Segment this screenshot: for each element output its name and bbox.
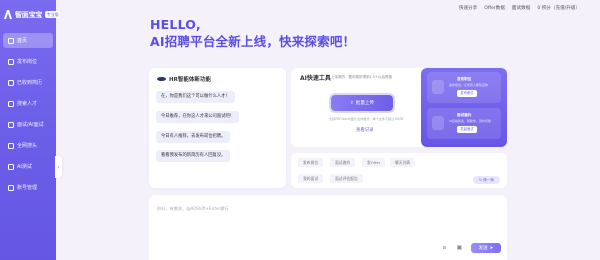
- sidebar-item-label: 搜索人才: [17, 101, 38, 107]
- sidebar-item-global-search[interactable]: 全网搜头: [3, 138, 53, 153]
- resume-icon: [8, 79, 14, 86]
- eye-logo-icon: [157, 76, 166, 82]
- send-arrow-icon: ➤: [489, 245, 494, 251]
- topbar-link-points[interactable]: 0 积分（充值/升级）: [537, 5, 580, 11]
- quick-tag[interactable]: 发布岗位: [298, 158, 324, 167]
- upload-hint: 支持PDF/word/图片文件格式，单个文件不超过10MB: [329, 117, 403, 121]
- upload-icon: ⇪: [349, 100, 354, 106]
- quick-tag[interactable]: 面试邀约: [330, 158, 356, 167]
- brand-name: 智面宝宝: [15, 10, 43, 19]
- interview-icon: [8, 121, 14, 128]
- ai-test-icon: [8, 163, 14, 170]
- sidebar-item-account[interactable]: 账号管理: [3, 180, 53, 195]
- topbar-link-offer-data[interactable]: Offer数据: [484, 5, 505, 11]
- global-search-icon: [8, 142, 14, 149]
- sidebar-item-label: AI测试: [17, 164, 32, 170]
- chat-suggestion[interactable]: 今日有人推荐，去发布岗位招聘。: [156, 131, 231, 143]
- chat-suggestion[interactable]: 今日推荐，在你这人才来公司面试吧！: [156, 111, 240, 123]
- sidebar-item-interview[interactable]: 面试/AI面试: [3, 117, 53, 132]
- account-icon: [8, 184, 14, 191]
- send-button[interactable]: 发送 ➤: [471, 243, 501, 253]
- quick-tag[interactable]: 面试评估报告: [330, 174, 363, 183]
- chat-suggestion[interactable]: 在，你是我们这个可以做什么人才！: [156, 91, 235, 103]
- sidebar: 智面宝宝 专业版 首页 发布岗位 已收到简历 搜索人才 面试/AI面试 全网搜头: [0, 0, 61, 260]
- image-icon[interactable]: ▣: [456, 244, 463, 251]
- quick-tag[interactable]: 我的面试: [298, 174, 324, 183]
- topbar: 快速分享 Offer数据 面试数据 0 积分（充值/升级）: [459, 5, 580, 11]
- batch-upload-label: 批量上传: [355, 101, 375, 106]
- tools-subtitle: 上传简历，看你简历得到1.5+以后再推: [331, 74, 392, 79]
- swap-button[interactable]: ↻ 换一换: [473, 176, 500, 184]
- briefcase-icon: [432, 80, 444, 94]
- card-desc: 发布职位，让所有人都知道你: [449, 83, 489, 87]
- interview-invite-card: 面试邀约 AI自动筛选，帮助你，用时尽量 发起面试: [427, 108, 501, 139]
- hero-line-1: HELLO,: [150, 17, 201, 32]
- sidebar-item-label: 已收到简历: [17, 80, 43, 86]
- hero-title: HELLO, AI招聘平台全新上线，快来探索吧！: [150, 16, 355, 50]
- search-talent-icon: [8, 100, 14, 107]
- batch-upload-button[interactable]: ⇪ 批量上传: [331, 95, 393, 111]
- sidebar-item-ai-test[interactable]: AI测试: [3, 159, 53, 174]
- send-label: 发送: [478, 246, 488, 251]
- chat-header: HR智能体新功能: [157, 75, 211, 83]
- view-record-link[interactable]: 查看记录: [356, 127, 374, 133]
- sidebar-item-publish[interactable]: 发布岗位: [3, 54, 53, 69]
- publish-job-button[interactable]: 发布职位: [457, 90, 477, 97]
- chevron-left-icon: ‹: [57, 163, 60, 171]
- swap-label: 换一换: [483, 178, 494, 182]
- quick-tag[interactable]: 发Offer: [362, 158, 386, 167]
- calendar-icon: [432, 116, 444, 130]
- chat-input[interactable]: 你好，有需求，@AI/Shift+Enter换行: [157, 206, 229, 212]
- sidebar-item-label: 账号管理: [17, 185, 38, 191]
- tools-title: AI快速工具: [300, 75, 331, 82]
- publish-job-card: 发布职位 发布职位，让所有人都知道你 发布职位: [427, 72, 501, 103]
- start-interview-button[interactable]: 发起面试: [457, 126, 477, 133]
- chat-input-panel[interactable]: 你好，有需求，@AI/Shift+Enter换行 ⌀ ▣ 发送 ➤: [149, 195, 507, 260]
- sidebar-collapse-button[interactable]: ‹: [55, 156, 62, 178]
- sidebar-item-label: 全网搜头: [17, 143, 38, 149]
- card-title: 面试邀约: [457, 113, 472, 117]
- brand-logo-icon: [4, 10, 12, 19]
- sidebar-item-label: 面试/AI面试: [17, 122, 44, 128]
- hero-line-2: AI招聘平台全新上线，快来探索吧！: [150, 34, 356, 49]
- topbar-link-share[interactable]: 快速分享: [459, 5, 477, 11]
- brand[interactable]: 智面宝宝 专业版: [3, 9, 61, 20]
- attachment-icon[interactable]: ⌀: [441, 244, 448, 251]
- chat-panel: HR智能体新功能 在，你是我们这个可以做什么人才！ 今日推荐，在你这人才来公司面…: [149, 68, 286, 188]
- sidebar-item-label: 首页: [17, 38, 28, 44]
- side-card-panel: 发布职位 发布职位，让所有人都知道你 发布职位 面试邀约 AI自动筛选，帮助你，…: [421, 68, 507, 147]
- quick-tags-panel: 发布岗位 面试邀约 发Offer 聊天列表 我的面试 面试评估报告 ↻ 换一换: [291, 153, 507, 188]
- card-title: 发布职位: [457, 77, 472, 81]
- brand-tag: 专业版: [45, 11, 61, 18]
- ai-tools-panel: AI快速工具 上传简历，看你简历得到1.5+以后再推 ⇪ 批量上传 支持PDF/…: [291, 68, 507, 147]
- sidebar-item-home[interactable]: 首页: [3, 33, 53, 48]
- home-icon: [8, 37, 14, 44]
- card-desc: AI自动筛选，帮助你，用时尽量: [449, 119, 491, 123]
- sidebar-nav: 首页 发布岗位 已收到简历 搜索人才 面试/AI面试 全网搜头 AI测试 账号管…: [3, 33, 53, 201]
- sidebar-item-search-talent[interactable]: 搜索人才: [3, 96, 53, 111]
- chat-suggestion[interactable]: 看看我发布的新简历有人回复没。: [156, 150, 231, 162]
- topbar-link-interview-data[interactable]: 面试数据: [512, 5, 530, 11]
- quick-tag[interactable]: 聊天列表: [390, 158, 416, 167]
- refresh-icon: ↻: [479, 178, 483, 182]
- publish-icon: [8, 58, 14, 65]
- sidebar-item-resumes[interactable]: 已收到简历: [3, 75, 53, 90]
- chat-header-title: HR智能体新功能: [169, 77, 211, 83]
- sidebar-item-label: 发布岗位: [17, 59, 38, 65]
